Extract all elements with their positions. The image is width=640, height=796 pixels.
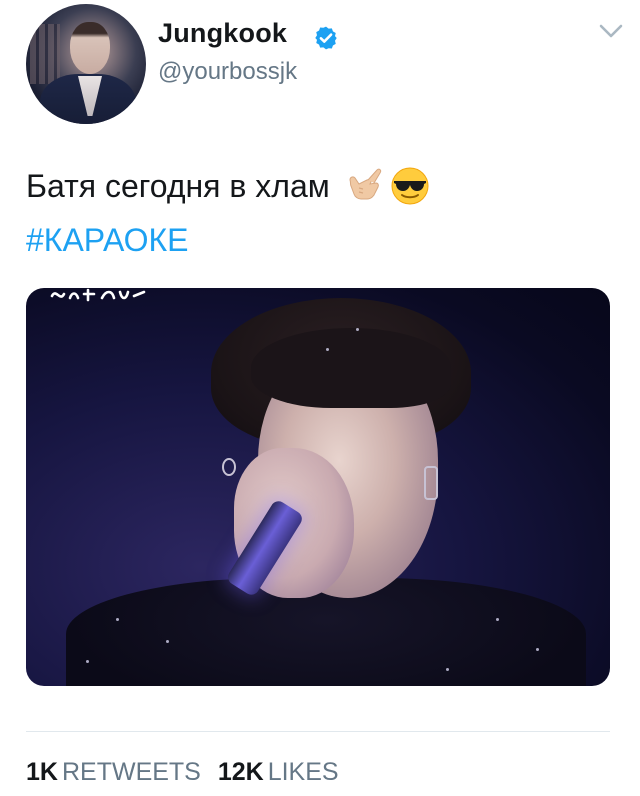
likes-count: 12K [217,758,264,786]
photo-earring-left [222,458,236,476]
photo-earring-right [424,466,438,500]
photo-sparkle [356,328,359,331]
photo-sparkle [86,660,89,663]
likes-stat[interactable]: 12K LIKES [218,758,339,786]
retweets-stat[interactable]: 1K RETWEETS [26,758,208,786]
photo-sparkle [326,348,329,351]
tweet-card: Jungkook @yourbossjk Батя сегодня в хлам… [0,0,640,796]
avatar-background [30,24,60,84]
tweet-media-photo[interactable] [26,288,610,686]
photo-overlay-scribble [50,288,146,302]
verified-badge-icon [315,26,337,50]
photo-sparkle [446,668,449,671]
hashtag-link[interactable]: #КАРАОКЕ [26,222,189,259]
photo-sparkle [496,618,499,621]
likes-label: LIKES [267,758,339,786]
photo-sparkle [116,618,119,621]
photo-bangs [251,328,451,408]
divider [26,731,610,732]
photo-sparkle [166,640,169,643]
tweet-text-content: Батя сегодня в хлам [26,167,330,204]
photo-sparkle [536,648,539,651]
user-handle[interactable]: @yourbossjk [158,58,297,86]
display-name[interactable]: Jungkook [158,18,287,49]
retweets-count: 1K [26,758,58,786]
tweet-stats: 1K RETWEETS 12K LIKES [26,758,339,787]
tweet-text: Батя сегодня в хлам [26,166,430,206]
avatar-face [70,22,110,74]
call-me-hand-emoji [349,168,381,200]
retweets-label: RETWEETS [61,758,201,786]
avatar[interactable] [26,4,146,124]
chevron-down-icon[interactable] [598,22,624,40]
sunglasses-face-emoji [391,167,429,205]
